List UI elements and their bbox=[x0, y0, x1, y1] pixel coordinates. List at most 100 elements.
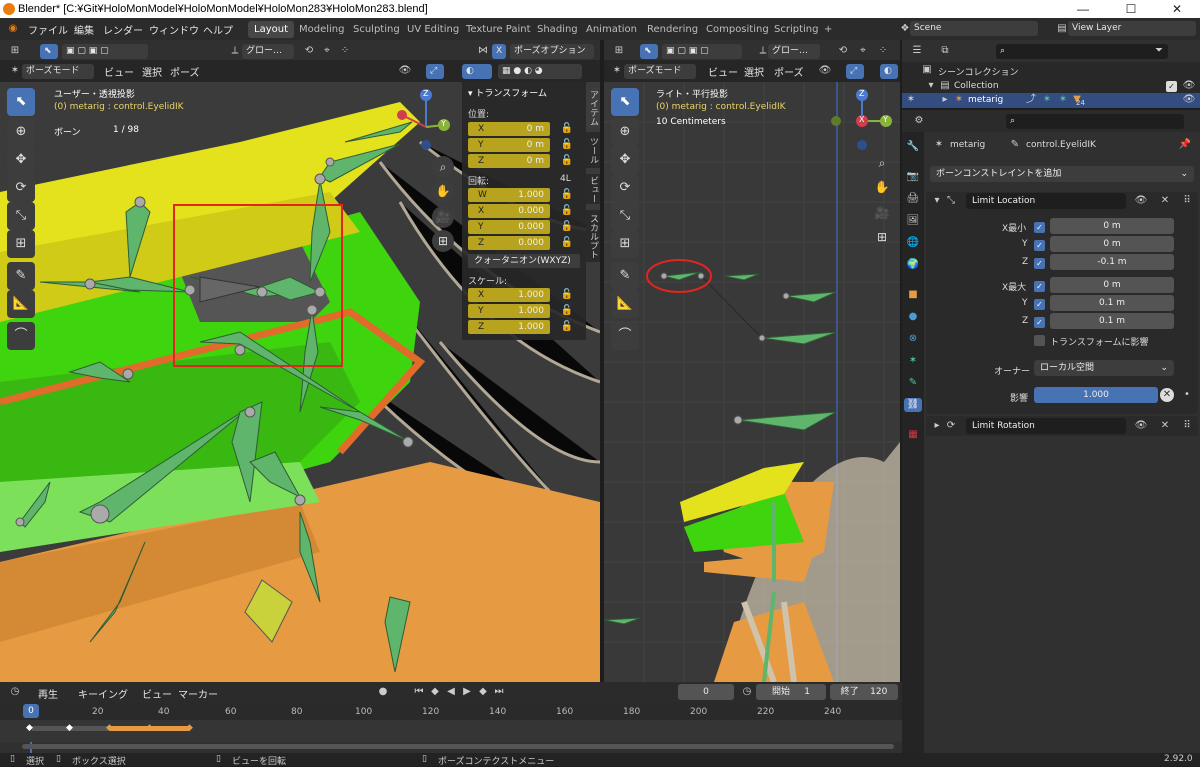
zoom-icon[interactable]: ⌕ bbox=[432, 156, 454, 178]
play-icon[interactable]: ▶ bbox=[460, 685, 474, 699]
outliner-row-metarig[interactable]: ✶ ▸ ✶ metarig ⤴ ✶ ✶ ▼ 24 👁 bbox=[902, 93, 1200, 108]
visibility-icon[interactable]: 👁 bbox=[398, 64, 412, 78]
move-tool-icon[interactable]: ✥ bbox=[611, 146, 639, 174]
lock-icon[interactable]: 🔓 bbox=[560, 138, 574, 152]
menu-view[interactable]: ビュー bbox=[104, 64, 134, 79]
menu-view[interactable]: ビュー bbox=[142, 686, 172, 701]
move-tool-icon[interactable]: ✥ bbox=[7, 146, 35, 174]
lock-icon[interactable]: 🔓 bbox=[560, 204, 574, 218]
location-y-field[interactable]: Y0 m bbox=[468, 138, 550, 152]
transform-tool-icon[interactable]: ⊞ bbox=[611, 230, 639, 258]
menu-select[interactable]: 選択 bbox=[744, 64, 764, 79]
properties-search-input[interactable]: ⌕ bbox=[1006, 114, 1184, 129]
keyframe-track[interactable] bbox=[0, 720, 902, 742]
mirror-icon[interactable]: ⋈ bbox=[476, 44, 490, 58]
max-y-field[interactable]: 0.1 m bbox=[1050, 295, 1174, 311]
left-viewport[interactable]: ユーザー・透視投影 (0) metarig : control.EyelidIK… bbox=[0, 82, 600, 682]
keyframe-dot-icon[interactable]: • bbox=[1180, 388, 1194, 402]
max-z-checkbox[interactable]: ✓ bbox=[1034, 317, 1045, 328]
min-x-field[interactable]: 0 m bbox=[1050, 218, 1174, 234]
armature-data-tab-icon[interactable]: ✶ bbox=[906, 354, 920, 368]
menu-render[interactable]: レンダー bbox=[103, 22, 143, 37]
constraint-name-input[interactable]: Limit Location bbox=[966, 193, 1126, 209]
rotation-z-field[interactable]: Z 0.000 bbox=[468, 236, 550, 250]
eye-icon[interactable]: 👁 bbox=[1134, 419, 1148, 433]
transform-orientation-selector[interactable]: グロー… bbox=[242, 44, 294, 59]
start-frame-field[interactable]: 開始 1 bbox=[756, 684, 826, 700]
tab-compositing[interactable]: Compositing bbox=[700, 21, 775, 38]
max-x-checkbox[interactable]: ✓ bbox=[1034, 281, 1045, 292]
metarig-label[interactable]: metarig bbox=[968, 95, 1003, 105]
add-workspace-button[interactable]: + bbox=[818, 21, 838, 38]
annotate-tool-icon[interactable]: ✎ bbox=[611, 262, 639, 290]
menu-file[interactable]: ファイル bbox=[28, 22, 68, 37]
lock-icon[interactable]: 🔓 bbox=[560, 320, 574, 334]
texture-tab-icon[interactable]: ▦ bbox=[906, 428, 920, 442]
min-y-checkbox[interactable]: ✓ bbox=[1034, 240, 1045, 251]
ortho-grid-icon[interactable]: ⊞ bbox=[432, 230, 454, 252]
camera-icon[interactable]: 🎥 bbox=[432, 206, 454, 228]
world-tab-icon[interactable]: 🌍 bbox=[906, 258, 920, 272]
camera-icon[interactable]: 🎥 bbox=[871, 202, 893, 224]
select-tool-icon[interactable]: ⬉ bbox=[611, 88, 639, 116]
scale-tool-icon[interactable]: ⤡ bbox=[7, 202, 35, 230]
timeline-scrollbar[interactable] bbox=[22, 744, 894, 749]
ortho-grid-icon[interactable]: ⊞ bbox=[871, 226, 893, 248]
rotate-tool-icon[interactable]: ⟳ bbox=[7, 174, 35, 202]
collection-visible-checkbox[interactable]: ✓ bbox=[1166, 81, 1177, 92]
lock-icon[interactable]: 🔓 bbox=[560, 236, 574, 250]
pose-options-menu[interactable]: ポーズオプション bbox=[510, 44, 594, 59]
sidebar-tab-item[interactable]: アイテム bbox=[586, 88, 600, 128]
expand-arrow-icon[interactable]: ▸ bbox=[938, 93, 952, 107]
output-tab-icon[interactable]: 🖨 bbox=[906, 192, 920, 206]
editor-type-icon[interactable]: ☰ bbox=[910, 44, 924, 58]
visibility-icon[interactable]: 👁 bbox=[818, 64, 832, 78]
collection-label[interactable]: Collection bbox=[954, 81, 999, 91]
pivot-icon[interactable]: ⟲ bbox=[302, 44, 316, 58]
scale-tool-icon[interactable]: ⤡ bbox=[611, 202, 639, 230]
menu-marker[interactable]: マーカー bbox=[178, 686, 218, 701]
prev-keyframe-icon[interactable]: ◆ bbox=[428, 685, 442, 699]
pivot-icon[interactable]: ⟲ bbox=[836, 44, 850, 58]
select-box-modes[interactable]: ▣ ▢ ▣ ▢ bbox=[662, 44, 742, 59]
bone-tab-icon[interactable]: ✎ bbox=[906, 376, 920, 390]
overlay-toggle-icon[interactable]: ◐ bbox=[880, 64, 898, 79]
sidebar-tab-view[interactable]: ビュー bbox=[586, 174, 600, 204]
measure-tool-icon[interactable]: 📐 bbox=[7, 290, 35, 318]
pan-icon[interactable]: ✋ bbox=[432, 180, 454, 202]
object-constraint-tab-icon[interactable]: ⊗ bbox=[906, 332, 920, 346]
zoom-icon[interactable]: ⌕ bbox=[871, 152, 893, 174]
affect-transform-checkbox[interactable] bbox=[1034, 335, 1045, 346]
lock-icon[interactable]: 🔓 bbox=[560, 122, 574, 136]
tab-animation[interactable]: Animation bbox=[580, 21, 643, 38]
menu-playback[interactable]: 再生 bbox=[38, 686, 58, 701]
editor-type-icon[interactable]: ⚙ bbox=[912, 114, 926, 128]
menu-edit[interactable]: 編集 bbox=[74, 22, 94, 37]
rotation-4l-toggle[interactable]: 4L bbox=[560, 174, 571, 184]
editor-type-icon[interactable]: ⊞ bbox=[8, 44, 22, 58]
relax-pose-tool-icon[interactable]: ⌒ bbox=[7, 322, 35, 350]
display-mode-icon[interactable]: ⧉ bbox=[938, 44, 952, 58]
location-z-field[interactable]: Z0 m bbox=[468, 154, 550, 168]
rotation-y-field[interactable]: Y 0.000 bbox=[468, 220, 550, 234]
drag-handle-icon[interactable]: ⠿ bbox=[1180, 419, 1194, 433]
current-frame-field[interactable]: 0 bbox=[678, 684, 734, 700]
rotate-tool-icon[interactable]: ⟳ bbox=[611, 174, 639, 202]
scene-collection-label[interactable]: シーンコレクション bbox=[938, 65, 1019, 78]
mode-selector[interactable]: ポーズモード bbox=[22, 64, 94, 79]
add-bone-constraint-menu[interactable]: ボーンコンストレイントを追加 ⌄ bbox=[930, 166, 1194, 182]
transform-orientation-selector[interactable]: グロー… bbox=[768, 44, 820, 59]
bone-constraint-tab-icon[interactable]: ⛓ bbox=[904, 398, 922, 412]
max-y-checkbox[interactable]: ✓ bbox=[1034, 299, 1045, 310]
keyframe-icon[interactable]: ◆ bbox=[66, 723, 73, 733]
gizmo-toggle-icon[interactable]: ⤢ bbox=[846, 64, 864, 79]
tab-shading[interactable]: Shading bbox=[531, 21, 584, 38]
lock-icon[interactable]: 🔓 bbox=[560, 220, 574, 234]
select-mode-icon[interactable]: ⬉ bbox=[40, 44, 58, 59]
select-box-modes[interactable]: ▣ ▢ ▣ ▢ bbox=[62, 44, 148, 59]
rotation-w-field[interactable]: W 1.000 bbox=[468, 188, 550, 202]
transform-tool-icon[interactable]: ⊞ bbox=[7, 230, 35, 258]
lock-icon[interactable]: 🔓 bbox=[560, 288, 574, 302]
editor-type-icon[interactable]: ⊞ bbox=[612, 44, 626, 58]
keyframe-icon[interactable]: ◆ bbox=[146, 723, 153, 733]
